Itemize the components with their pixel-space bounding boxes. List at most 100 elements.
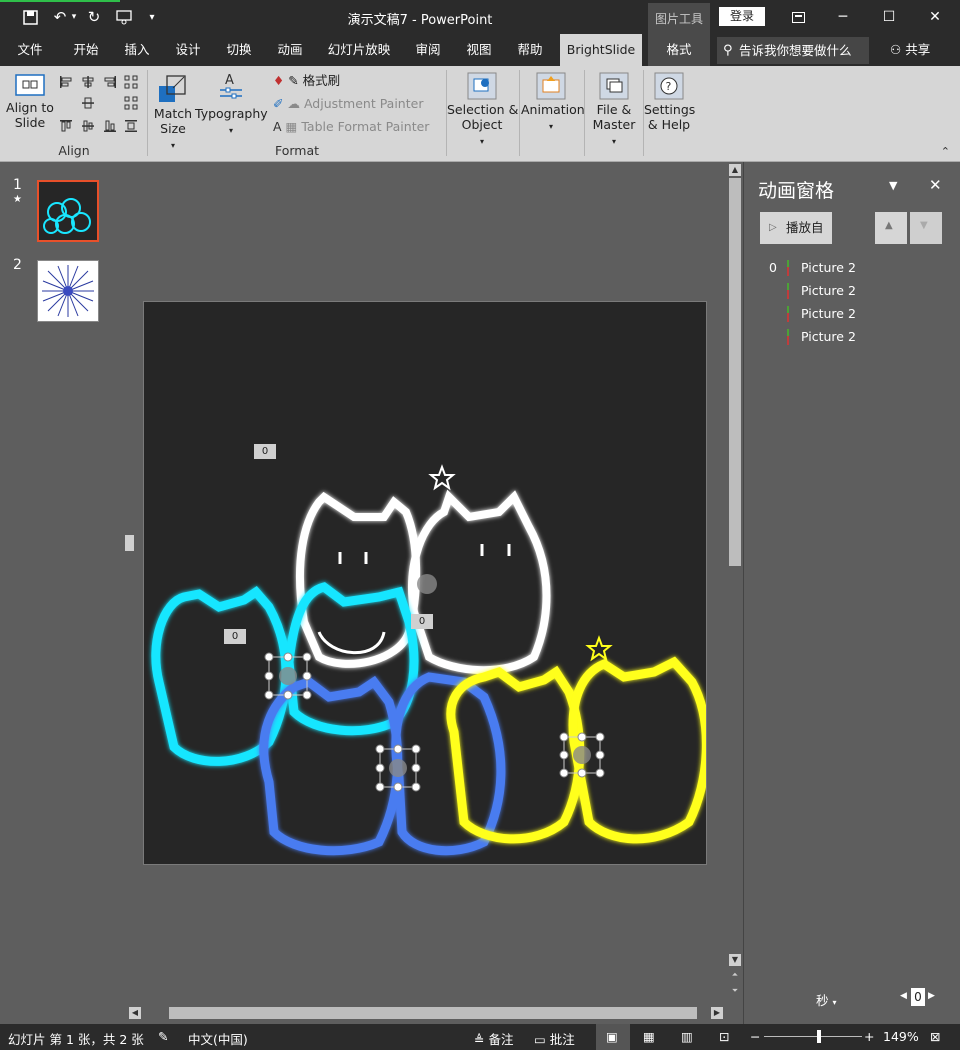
align-right-icon[interactable] bbox=[103, 75, 117, 89]
file-master-label: File & Master bbox=[592, 102, 636, 132]
notes-icon: ≜ bbox=[474, 1032, 489, 1047]
vertical-scroll-thumb[interactable] bbox=[729, 178, 741, 566]
align-center-icon[interactable] bbox=[81, 75, 95, 89]
tab-help[interactable]: 帮助 bbox=[506, 34, 554, 66]
login-button[interactable]: 登录 bbox=[719, 7, 765, 26]
customize-toolbar-icon[interactable]: ▾ bbox=[140, 6, 164, 28]
play-from-button[interactable]: ▷ 播放自 bbox=[760, 212, 832, 244]
adjustment-painter-button[interactable]: ✐ ☁ Adjustment Painter bbox=[273, 95, 423, 113]
animation-list-item[interactable]: 0 Picture 2 bbox=[764, 258, 954, 278]
time-unit-dropdown[interactable]: 秒 ▾ bbox=[816, 990, 837, 1009]
svg-text:?: ? bbox=[666, 80, 672, 93]
tab-transitions[interactable]: 切换 bbox=[215, 34, 263, 66]
settings-help-button[interactable]: ? Settings & Help bbox=[644, 72, 695, 132]
share-button[interactable]: ⚇ 共享 bbox=[890, 34, 930, 66]
zoom-slider[interactable] bbox=[764, 1036, 862, 1037]
slideshow-icon[interactable]: ⊡ bbox=[719, 1029, 729, 1044]
present-icon[interactable] bbox=[112, 6, 136, 28]
timeline-zoom-value[interactable]: 0 bbox=[911, 988, 925, 1006]
undo-dropdown-icon[interactable]: ▾ bbox=[68, 6, 80, 28]
tab-review[interactable]: 审阅 bbox=[404, 34, 452, 66]
distribute-vertical-icon[interactable] bbox=[124, 119, 138, 133]
align-to-slide-button[interactable]: Align to Slide bbox=[6, 74, 54, 130]
tab-file[interactable]: 文件 bbox=[6, 34, 54, 66]
minimize-icon[interactable]: ─ bbox=[820, 4, 866, 30]
match-size-button[interactable]: Match Size ▾ bbox=[153, 74, 193, 153]
ribbon-display-icon[interactable] bbox=[775, 4, 821, 30]
collapse-ribbon-icon[interactable]: ⌃ bbox=[941, 145, 950, 158]
next-slide-icon[interactable]: ⏷ bbox=[729, 986, 741, 998]
tab-slideshow[interactable]: 幻灯片放映 bbox=[320, 34, 398, 66]
scroll-left-icon[interactable]: ◀ bbox=[129, 1007, 141, 1019]
zoom-level[interactable]: 149% bbox=[883, 1029, 919, 1044]
file-master-button[interactable]: File & Master ▾ bbox=[586, 72, 642, 149]
animation-item-name: Picture 2 bbox=[801, 283, 856, 298]
move-down-button[interactable]: ▼ bbox=[910, 212, 942, 244]
animation-order-tag[interactable]: 0 bbox=[411, 614, 433, 629]
align-bottom-icon[interactable] bbox=[103, 119, 117, 133]
maximize-icon[interactable]: ☐ bbox=[866, 4, 912, 30]
animation-list-item[interactable]: Picture 2 bbox=[764, 281, 954, 301]
comments-button[interactable]: ▭ 批注 bbox=[534, 1029, 575, 1048]
normal-view-button[interactable]: ▣ bbox=[596, 1024, 630, 1050]
animation-order-tag[interactable]: 0 bbox=[224, 629, 246, 644]
horizontal-scrollbar[interactable]: ◀ ▶ bbox=[127, 1004, 725, 1022]
tab-animations[interactable]: 动画 bbox=[266, 34, 314, 66]
vertical-scrollbar[interactable]: ▲ ▼ ⏶ ⏷ bbox=[727, 162, 743, 1004]
align-left-icon[interactable] bbox=[59, 75, 73, 89]
align-top-icon[interactable] bbox=[59, 119, 73, 133]
distribute-grid-icon[interactable] bbox=[124, 75, 138, 89]
redo-icon[interactable]: ↻ bbox=[82, 6, 106, 28]
tell-me-box[interactable]: ⚲ 告诉我你想要做什么 bbox=[717, 37, 869, 64]
table-format-painter-label: Table Format Painter bbox=[301, 119, 430, 134]
scroll-right-icon[interactable]: ▶ bbox=[711, 1007, 723, 1019]
selection-object-button[interactable]: Selection & Object ▾ bbox=[447, 72, 518, 149]
close-icon[interactable]: ✕ bbox=[912, 4, 958, 30]
timeline-left-icon[interactable]: ◀ bbox=[900, 991, 907, 1001]
table-format-painter-button[interactable]: A ▦ Table Format Painter bbox=[273, 118, 429, 136]
effect-marker-icon bbox=[787, 283, 789, 299]
tab-design[interactable]: 设计 bbox=[164, 34, 212, 66]
notes-button[interactable]: ≜ 备注 bbox=[474, 1029, 513, 1048]
pen-icon: ✐ bbox=[273, 96, 284, 111]
pane-splitter-handle[interactable] bbox=[125, 535, 134, 551]
language-indicator[interactable]: 中文(中国) bbox=[188, 1029, 248, 1048]
spell-check-icon[interactable]: ✎ bbox=[158, 1029, 168, 1044]
tab-brightslide[interactable]: BrightSlide bbox=[560, 34, 642, 66]
close-pane-icon[interactable]: ✕ bbox=[929, 176, 942, 194]
tab-insert[interactable]: 插入 bbox=[113, 34, 161, 66]
pane-options-icon[interactable]: ▼ bbox=[889, 179, 897, 192]
time-unit-dropdown-icon: ▾ bbox=[832, 998, 837, 1007]
animation-item-name: Picture 2 bbox=[801, 306, 856, 321]
scroll-down-icon[interactable]: ▼ bbox=[729, 954, 741, 966]
align-middle-icon[interactable] bbox=[81, 96, 95, 110]
typography-button[interactable]: A Typography ▾ bbox=[195, 72, 268, 138]
format-painter-button[interactable]: ♦ ✎ 格式刷 bbox=[273, 72, 340, 90]
tab-format[interactable]: 格式 bbox=[648, 34, 710, 66]
typography-dropdown-icon: ▾ bbox=[228, 126, 233, 135]
reading-view-icon[interactable]: ▥ bbox=[681, 1029, 693, 1044]
animation-list-item[interactable]: Picture 2 bbox=[764, 304, 954, 324]
animation-order-tag[interactable]: 0 bbox=[254, 444, 276, 459]
zoom-slider-thumb[interactable] bbox=[817, 1030, 821, 1043]
move-up-button[interactable]: ▲ bbox=[875, 212, 907, 244]
tab-view[interactable]: 视图 bbox=[455, 34, 503, 66]
align-vcenter-icon[interactable] bbox=[81, 119, 95, 133]
previous-slide-icon[interactable]: ⏶ bbox=[729, 970, 741, 982]
animation-list-item[interactable]: Picture 2 bbox=[764, 327, 954, 347]
slide-canvas[interactable]: 0 0 0 bbox=[143, 301, 707, 865]
grid-align-icon[interactable] bbox=[124, 96, 138, 110]
slide-thumbnail-2[interactable] bbox=[37, 260, 99, 322]
down-arrow-icon: ▼ bbox=[920, 220, 928, 231]
animation-button[interactable]: Animation ▾ bbox=[521, 72, 585, 134]
horizontal-scroll-thumb[interactable] bbox=[169, 1007, 697, 1019]
zoom-in-icon[interactable]: + bbox=[864, 1029, 874, 1044]
slide-sorter-icon[interactable]: ▦ bbox=[643, 1029, 655, 1044]
timeline-right-icon[interactable]: ▶ bbox=[928, 991, 935, 1001]
zoom-out-icon[interactable]: − bbox=[750, 1029, 760, 1044]
save-icon[interactable] bbox=[18, 6, 42, 28]
slide-thumbnail-1[interactable] bbox=[37, 180, 99, 242]
scroll-up-icon[interactable]: ▲ bbox=[729, 164, 741, 176]
fit-to-window-icon[interactable]: ⊠ bbox=[930, 1029, 940, 1044]
tab-home[interactable]: 开始 bbox=[62, 34, 110, 66]
